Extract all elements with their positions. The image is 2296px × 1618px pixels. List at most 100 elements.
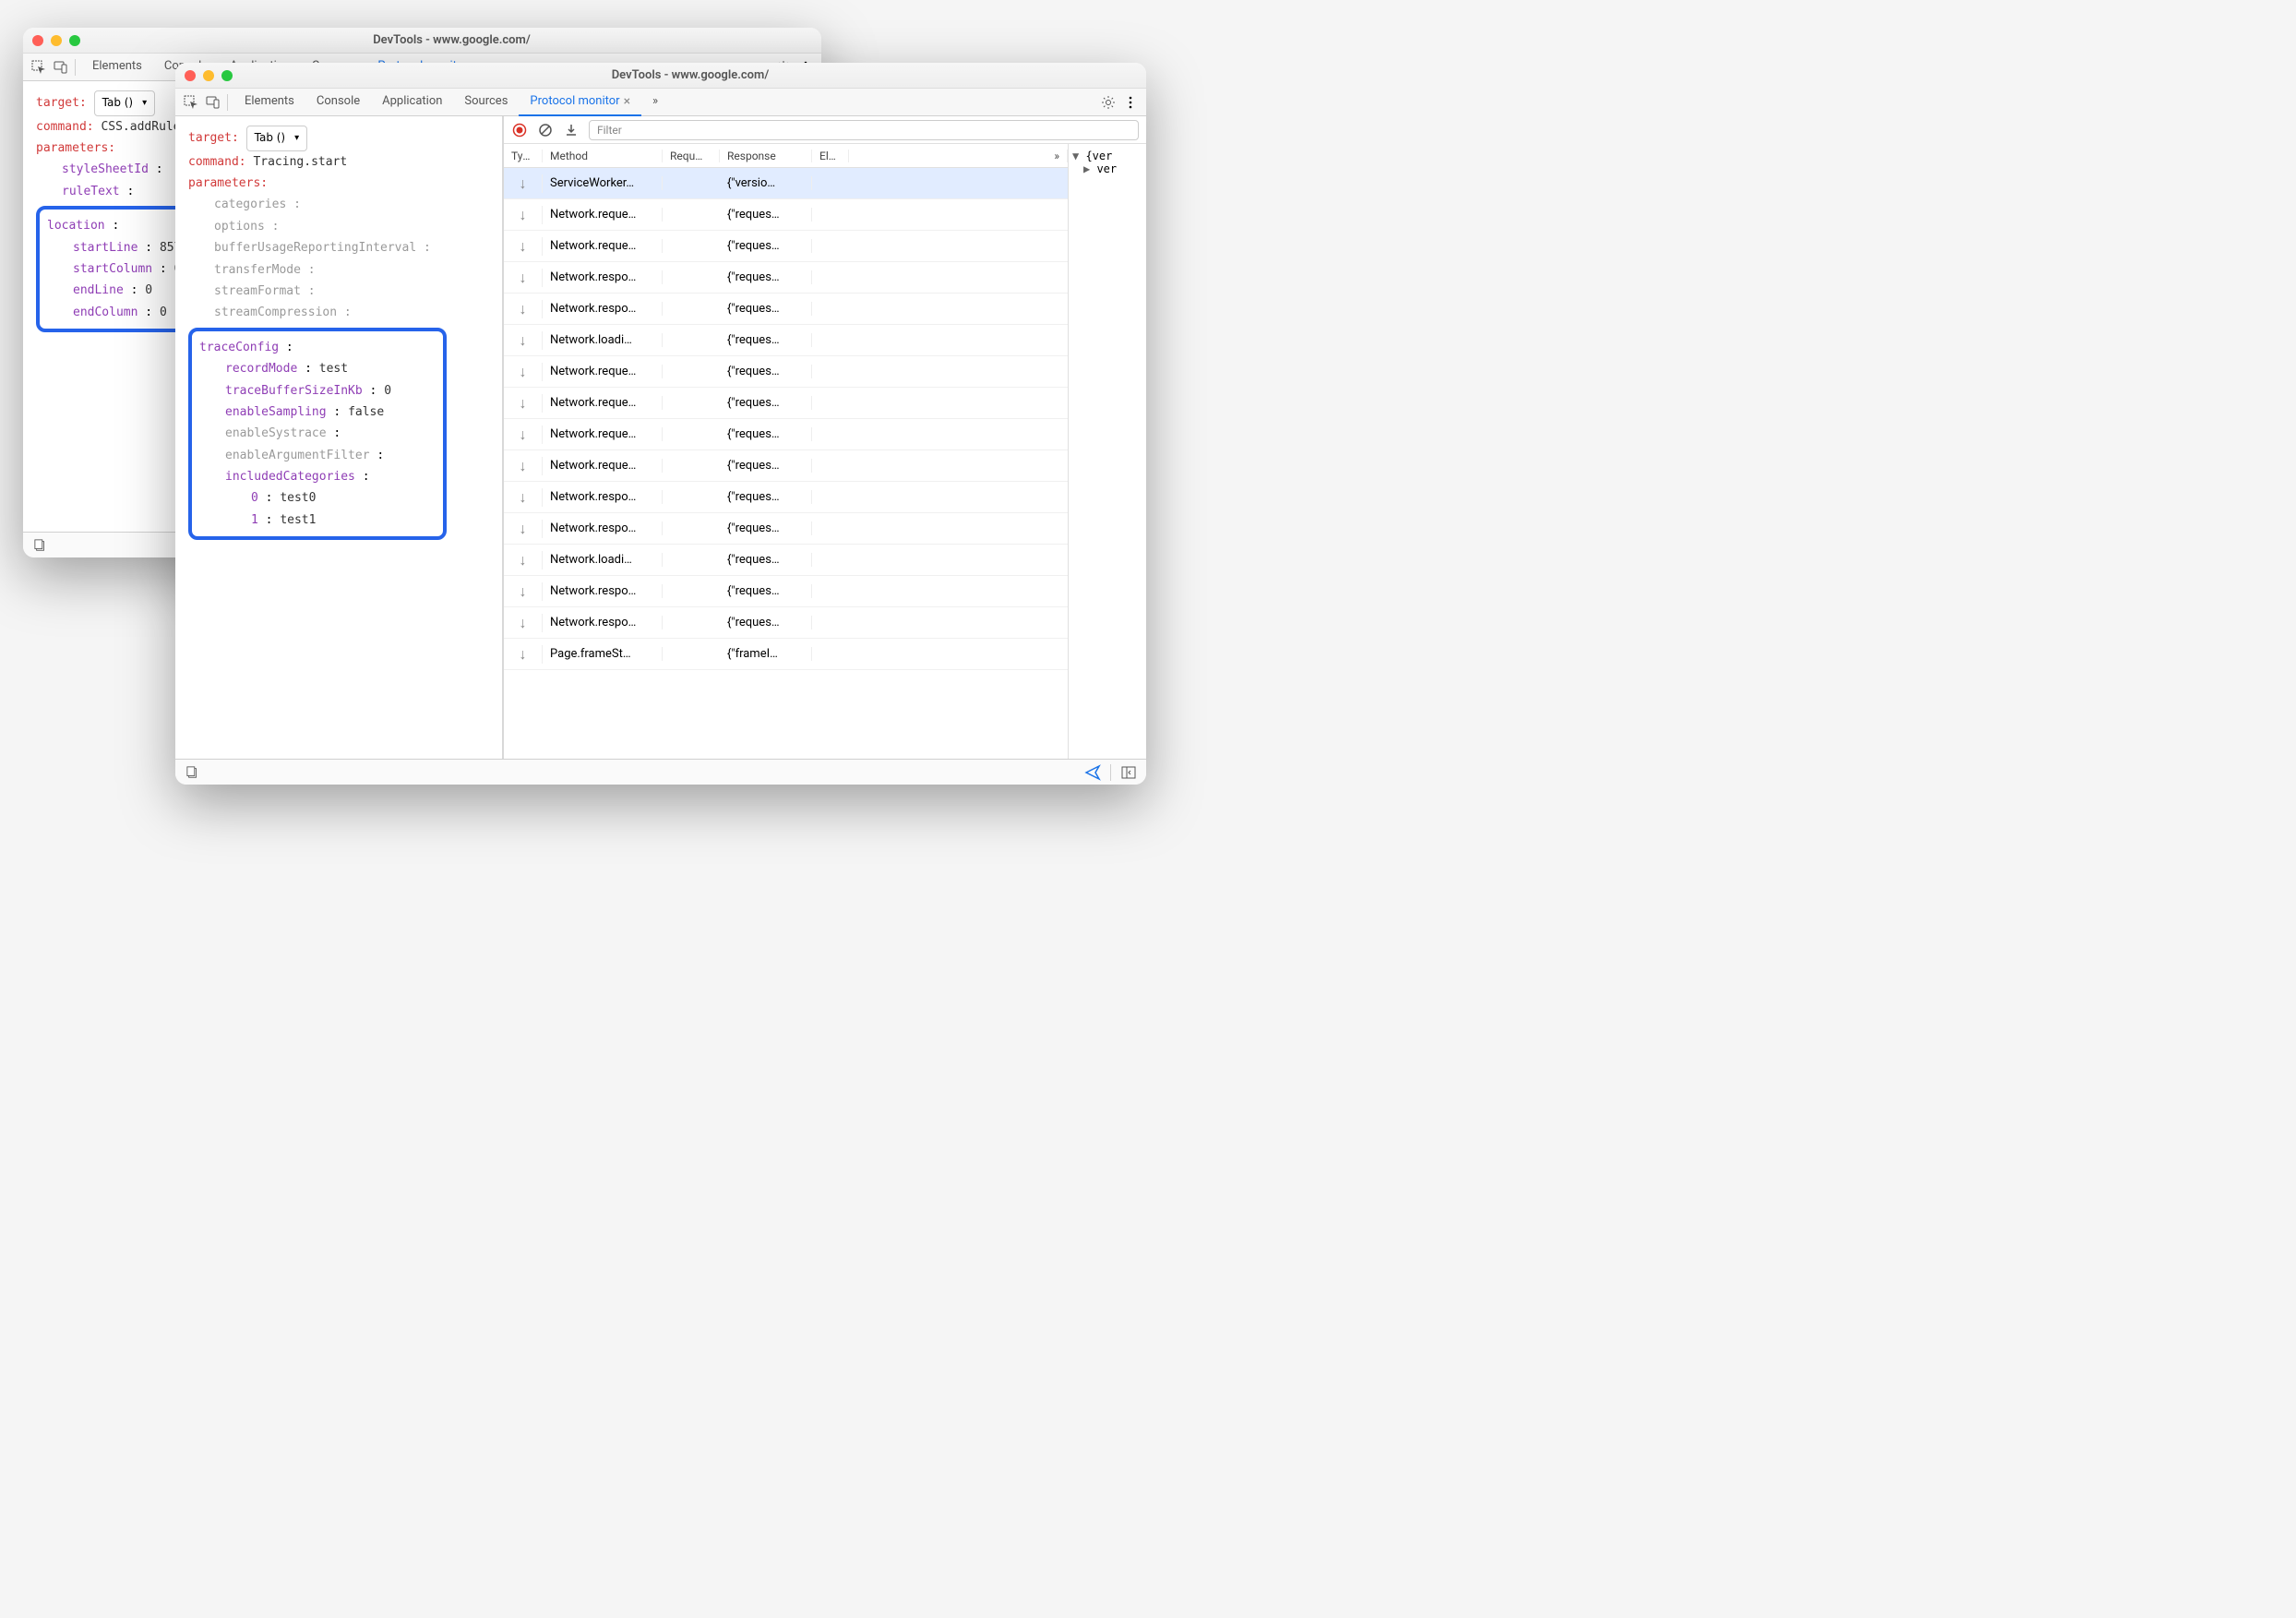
tab-sources[interactable]: Sources	[453, 89, 519, 116]
param-key: options	[214, 220, 265, 234]
cell-method: Network.loadi…	[543, 553, 663, 567]
cell-response: {"reques…	[720, 396, 812, 410]
param-value: test0	[280, 491, 316, 505]
table-row[interactable]: ↓ Network.respo… {"reques…	[504, 513, 1068, 545]
traffic-lights	[32, 35, 80, 46]
close-icon[interactable]	[185, 70, 196, 81]
table-row[interactable]: ↓ Network.reque… {"reques…	[504, 450, 1068, 482]
content: target: Tab () command: Tracing.start pa…	[175, 116, 1146, 759]
table-row[interactable]: ↓ Network.reque… {"reques…	[504, 356, 1068, 388]
target-dropdown[interactable]: Tab ()	[246, 126, 308, 151]
grid-body[interactable]: ↓ ServiceWorker… {"versio… ↓ Network.req…	[504, 168, 1068, 759]
cell-method: Network.reque…	[543, 396, 663, 410]
cell-method: Network.reque…	[543, 459, 663, 473]
param-value: 0	[160, 306, 167, 319]
table-row[interactable]: ↓ Network.respo… {"reques…	[504, 576, 1068, 607]
filter-input[interactable]: Filter	[589, 120, 1139, 140]
command-label: command	[188, 155, 239, 169]
param-key: categories	[214, 198, 286, 211]
tab-application[interactable]: Application	[371, 89, 453, 116]
toggle-panel-icon[interactable]	[1120, 764, 1137, 781]
cell-method: Network.respo…	[543, 616, 663, 629]
devtools-window-front: DevTools - www.google.com/ Elements Cons…	[175, 63, 1146, 785]
param-key: endLine	[73, 283, 124, 297]
traffic-lights	[185, 70, 233, 81]
close-icon[interactable]	[32, 35, 43, 46]
arrow-down-icon: ↓	[520, 394, 527, 412]
table-row[interactable]: ↓ Network.loadi… {"reques…	[504, 545, 1068, 576]
send-icon[interactable]	[1084, 764, 1101, 781]
table-row[interactable]: ↓ Network.reque… {"reques…	[504, 419, 1068, 450]
editor-pane: target: Tab () command: Tracing.start pa…	[175, 116, 503, 759]
minimize-icon[interactable]	[51, 35, 62, 46]
cell-response: {"reques…	[720, 553, 812, 567]
arrow-down-icon: ↓	[520, 520, 527, 537]
col-request[interactable]: Requ…	[663, 150, 720, 162]
traceconfig-highlight: traceConfig : recordMode : testtraceBuff…	[188, 328, 447, 541]
table-row[interactable]: ↓ ServiceWorker… {"versio…	[504, 168, 1068, 199]
cell-response: {"reques…	[720, 239, 812, 253]
cell-method: Network.reque…	[543, 208, 663, 222]
cell-method: ServiceWorker…	[543, 176, 663, 190]
col-response[interactable]: Response	[720, 150, 812, 162]
minimize-icon[interactable]	[203, 70, 214, 81]
col-elapsed[interactable]: El…▴	[812, 150, 849, 162]
gear-icon[interactable]	[1100, 94, 1117, 111]
col-type[interactable]: Type	[504, 150, 543, 162]
device-icon[interactable]	[205, 94, 221, 111]
target-label: target	[188, 131, 232, 145]
device-icon[interactable]	[53, 59, 69, 76]
arrow-down-icon: ↓	[520, 425, 527, 443]
cell-method: Network.respo…	[543, 584, 663, 598]
zoom-icon[interactable]	[69, 35, 80, 46]
download-icon[interactable]	[563, 122, 580, 138]
col-method[interactable]: Method	[543, 150, 663, 162]
param-key: streamCompression	[214, 306, 337, 319]
chevron-down-icon[interactable]: ▼	[1072, 150, 1085, 162]
zoom-icon[interactable]	[221, 70, 233, 81]
tab-elements[interactable]: Elements	[81, 54, 153, 81]
close-tab-icon[interactable]: ×	[624, 94, 630, 109]
grid-header: Type Method Requ… Response El…▴ »	[504, 144, 1068, 168]
tab-overflow[interactable]: »	[641, 89, 669, 116]
response-tree[interactable]: ▼ {ver ▶ ver	[1068, 144, 1146, 759]
cell-method: Network.loadi…	[543, 333, 663, 347]
arrow-down-icon: ↓	[520, 300, 527, 318]
table-row[interactable]: ↓ Network.loadi… {"reques…	[504, 325, 1068, 356]
target-dropdown[interactable]: Tab ()	[94, 90, 156, 116]
inspect-icon[interactable]	[30, 59, 47, 76]
arrow-down-icon: ↓	[520, 645, 527, 663]
chevron-right-icon[interactable]: ▶	[1083, 162, 1096, 175]
cell-response: {"reques…	[720, 270, 812, 284]
clear-icon[interactable]	[537, 122, 554, 138]
param-value: test	[319, 362, 348, 376]
table-row[interactable]: ↓ Network.reque… {"reques…	[504, 388, 1068, 419]
param-key: recordMode	[225, 362, 297, 376]
table-row[interactable]: ↓ Network.respo… {"reques…	[504, 482, 1068, 513]
copy-icon[interactable]	[185, 764, 201, 781]
kebab-icon[interactable]	[1122, 94, 1139, 111]
table-row[interactable]: ↓ Network.respo… {"reques…	[504, 294, 1068, 325]
location-key: location	[47, 219, 105, 233]
tab-elements[interactable]: Elements	[233, 89, 305, 116]
inspect-icon[interactable]	[183, 94, 199, 111]
cell-response: {"reques…	[720, 333, 812, 347]
command-value: Tracing.start	[253, 155, 347, 169]
table-row[interactable]: ↓ Network.reque… {"reques…	[504, 231, 1068, 262]
tab-protocol-monitor[interactable]: Protocol monitor ×	[519, 89, 641, 116]
tab-console[interactable]: Console	[305, 89, 371, 116]
col-overflow[interactable]: »	[849, 150, 1068, 162]
table-row[interactable]: ↓ Page.frameSt… {"frameI…	[504, 639, 1068, 670]
param-key: enableSystrace	[225, 426, 327, 440]
table-row[interactable]: ↓ Network.reque… {"reques…	[504, 199, 1068, 231]
copy-icon[interactable]	[32, 537, 49, 554]
record-icon[interactable]	[511, 122, 528, 138]
arrow-down-icon: ↓	[520, 363, 527, 380]
table-row[interactable]: ↓ Network.respo… {"reques…	[504, 262, 1068, 294]
cell-method: Network.respo…	[543, 521, 663, 535]
table-row[interactable]: ↓ Network.respo… {"reques…	[504, 607, 1068, 639]
arrow-down-icon: ↓	[520, 457, 527, 474]
arrow-down-icon: ↓	[520, 269, 527, 286]
cell-method: Network.reque…	[543, 239, 663, 253]
cell-method: Network.respo…	[543, 490, 663, 504]
